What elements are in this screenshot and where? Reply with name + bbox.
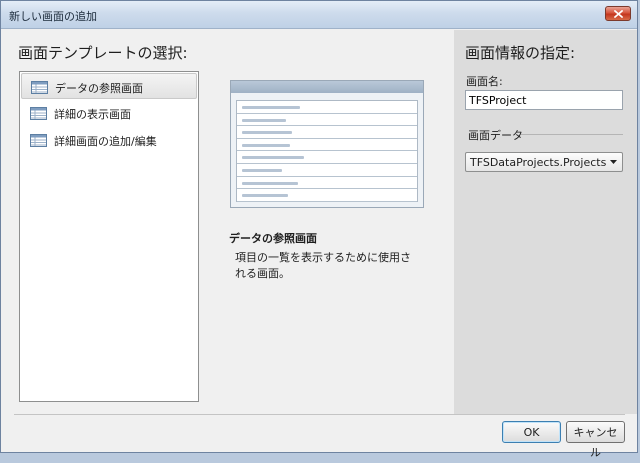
template-item-label: 詳細画面の追加/編集 bbox=[54, 135, 157, 148]
preview-row bbox=[237, 164, 417, 177]
preview-row-line bbox=[242, 181, 298, 185]
template-item-details[interactable]: 詳細の表示画面 bbox=[21, 100, 197, 126]
window-title: 新しい画面の追加 bbox=[9, 10, 97, 23]
preview-row-line bbox=[242, 194, 288, 198]
preview-header bbox=[231, 81, 423, 93]
preview-row bbox=[237, 177, 417, 190]
preview-row-line bbox=[242, 118, 286, 122]
template-pane: 画面テンプレートの選択: データの参照画面 詳細の表示画面 詳細画面の追加/編集… bbox=[3, 30, 454, 414]
screen-info-section-title: 画面情報の指定: bbox=[465, 44, 576, 62]
template-list: データの参照画面 詳細の表示画面 詳細画面の追加/編集 bbox=[19, 71, 199, 402]
template-description-text: 項目の一覧を表示するために使用される画面。 bbox=[235, 251, 411, 280]
cancel-button[interactable]: キャンセル bbox=[566, 421, 625, 459]
preview-row-line bbox=[242, 106, 300, 109]
preview-row bbox=[237, 101, 417, 114]
preview-row bbox=[237, 126, 417, 139]
preview-row-line bbox=[242, 156, 304, 160]
preview-row bbox=[237, 189, 417, 202]
preview-row bbox=[237, 139, 417, 152]
template-section-title: 画面テンプレートの選択: bbox=[18, 44, 188, 62]
add-screen-dialog: 新しい画面の追加 画面テンプレートの選択: データの参照画面 詳細の表示画面 詳… bbox=[0, 0, 638, 459]
group-divider bbox=[521, 134, 623, 135]
ok-button[interactable]: OK bbox=[502, 421, 561, 443]
close-button[interactable] bbox=[605, 6, 631, 21]
template-item-add-edit[interactable]: 詳細画面の追加/編集 bbox=[21, 127, 197, 153]
preview-row-line bbox=[242, 143, 290, 147]
close-icon bbox=[614, 10, 623, 18]
footer-divider bbox=[14, 414, 625, 415]
screen-name-input[interactable] bbox=[465, 90, 623, 110]
preview-row-line bbox=[242, 169, 282, 172]
template-item-label: データの参照画面 bbox=[55, 82, 143, 95]
chevron-down-icon bbox=[610, 160, 617, 164]
grid-template-icon bbox=[30, 107, 47, 120]
template-description-title: データの参照画面 bbox=[229, 232, 317, 245]
template-item-browse[interactable]: データの参照画面 bbox=[21, 73, 197, 99]
grid-template-icon bbox=[31, 81, 48, 94]
title-bar[interactable]: 新しい画面の追加 bbox=[1, 1, 637, 29]
screen-data-group-label: 画面データ bbox=[468, 129, 523, 142]
preview-row bbox=[237, 151, 417, 164]
template-item-label: 詳細の表示画面 bbox=[54, 108, 131, 121]
preview-row-line bbox=[242, 131, 292, 135]
screen-name-label: 画面名: bbox=[466, 75, 503, 88]
screen-info-pane: 画面情報の指定: 画面名: 画面データ TFSDataProjects.Proj… bbox=[454, 30, 637, 414]
screen-data-value: TFSDataProjects.Projects bbox=[470, 156, 607, 169]
template-preview bbox=[230, 80, 424, 208]
screen-data-select[interactable]: TFSDataProjects.Projects bbox=[465, 152, 623, 172]
preview-row bbox=[237, 114, 417, 127]
preview-table bbox=[236, 100, 418, 202]
grid-template-icon bbox=[30, 134, 47, 147]
